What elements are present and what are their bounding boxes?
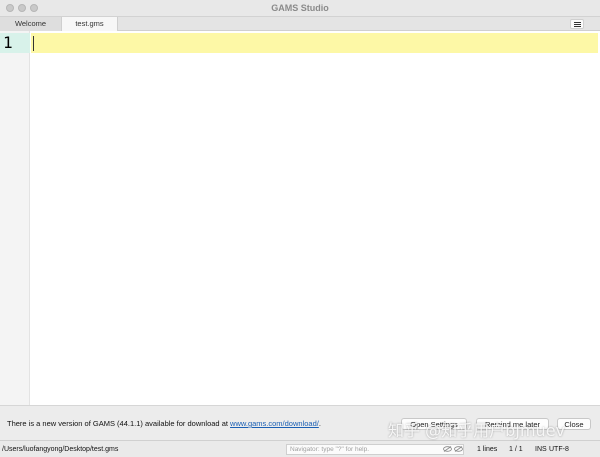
text-cursor: [33, 36, 34, 51]
line-number: 1: [3, 33, 13, 52]
eye-slash-icon[interactable]: [443, 446, 452, 452]
cursor-position: 1 / 1: [509, 446, 523, 453]
encoding[interactable]: UTF-8: [549, 446, 569, 453]
file-path: /Users/luofangyong/Desktop/test.gms: [2, 446, 119, 453]
line-count: 1 lines: [477, 446, 498, 453]
code-editor[interactable]: 1: [0, 31, 600, 405]
window-title: GAMS Studio: [271, 3, 329, 13]
navigator-input[interactable]: [286, 444, 464, 455]
tab-test-gms[interactable]: test.gms: [62, 17, 118, 31]
tab-bar: Welcome test.gms: [0, 17, 600, 31]
update-notice-text: There is a new version of GAMS (44.1.1) …: [7, 419, 321, 428]
notice-text-after: .: [318, 419, 321, 428]
insert-mode: INS: [535, 446, 547, 453]
eye-slash-icon-alt[interactable]: [454, 446, 463, 452]
close-notice-button[interactable]: Close: [557, 418, 591, 430]
line-number-gutter: 1: [0, 31, 30, 405]
remind-later-button[interactable]: Remind me later: [476, 418, 549, 430]
update-notice-bar: There is a new version of GAMS (44.1.1) …: [0, 405, 600, 435]
tab-welcome[interactable]: Welcome: [0, 17, 62, 31]
current-line-highlight: [31, 33, 598, 53]
menu-icon[interactable]: [570, 19, 584, 29]
download-link[interactable]: www.gams.com/download/: [230, 419, 319, 428]
status-bar: /Users/luofangyong/Desktop/test.gms 1 li…: [0, 440, 600, 457]
open-settings-button[interactable]: Open Settings: [401, 418, 467, 430]
notice-text-before: There is a new version of GAMS (44.1.1) …: [7, 419, 231, 428]
title-bar: GAMS Studio: [0, 0, 600, 17]
